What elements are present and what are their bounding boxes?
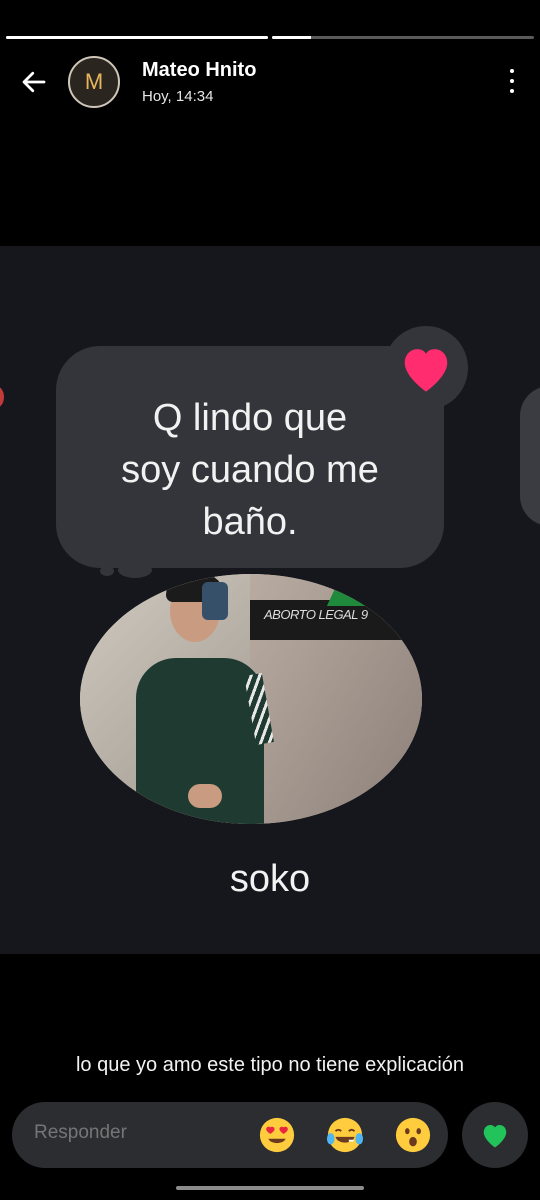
story-content[interactable]: ABORTO LEGAL 9 Q lindo que soy cuando me… — [0, 246, 540, 954]
note-line-2: soy cuando me — [121, 449, 379, 491]
tears-of-joy-emoji-icon[interactable] — [326, 1116, 364, 1154]
story-caption: lo que yo amo este tipo no tiene explica… — [75, 1054, 465, 1076]
heart-icon — [483, 1125, 507, 1148]
story-progress — [6, 36, 534, 39]
story-header: M Mateo Hnito Hoy, 14:34 — [0, 56, 540, 108]
home-indicator[interactable] — [176, 1186, 364, 1190]
like-button[interactable] — [462, 1102, 528, 1168]
avatar-initial: M — [84, 69, 104, 94]
previous-sticker-edge — [0, 386, 4, 408]
back-button[interactable] — [16, 64, 52, 100]
heart-icon — [404, 349, 448, 392]
profile-photo: ABORTO LEGAL 9 — [80, 574, 422, 824]
photo-hand — [188, 784, 222, 808]
note-reaction — [384, 326, 468, 410]
story-time: Hoy, 14:34 — [142, 88, 214, 105]
avatar[interactable]: M — [68, 56, 120, 108]
bubble-tail-small — [100, 566, 114, 576]
sender-name[interactable]: Mateo Hnito — [142, 59, 256, 82]
arrow-left-icon — [22, 71, 46, 93]
bubble-tail — [118, 562, 152, 578]
sticker-name: soko — [229, 858, 311, 900]
note-line-1: Q lindo que — [152, 397, 348, 439]
photo-phone — [202, 582, 228, 620]
more-options-button[interactable] — [502, 66, 522, 96]
reply-input[interactable] — [34, 1122, 234, 1144]
next-sticker-edge — [520, 386, 540, 526]
photo-banner-text: ABORTO LEGAL 9 — [264, 607, 368, 622]
reply-bar[interactable] — [12, 1102, 448, 1168]
progress-segment-1 — [6, 36, 268, 39]
more-vert-icon — [510, 69, 514, 73]
surprised-emoji-icon[interactable] — [394, 1116, 432, 1154]
progress-segment-2 — [272, 36, 534, 39]
heart-eyes-emoji-icon[interactable] — [258, 1116, 296, 1154]
more-vert-dot — [510, 79, 514, 83]
more-vert-dot — [510, 89, 514, 93]
note-text: Q lindo que soy cuando me baño. — [70, 392, 430, 548]
note-line-3: baño. — [202, 501, 298, 543]
